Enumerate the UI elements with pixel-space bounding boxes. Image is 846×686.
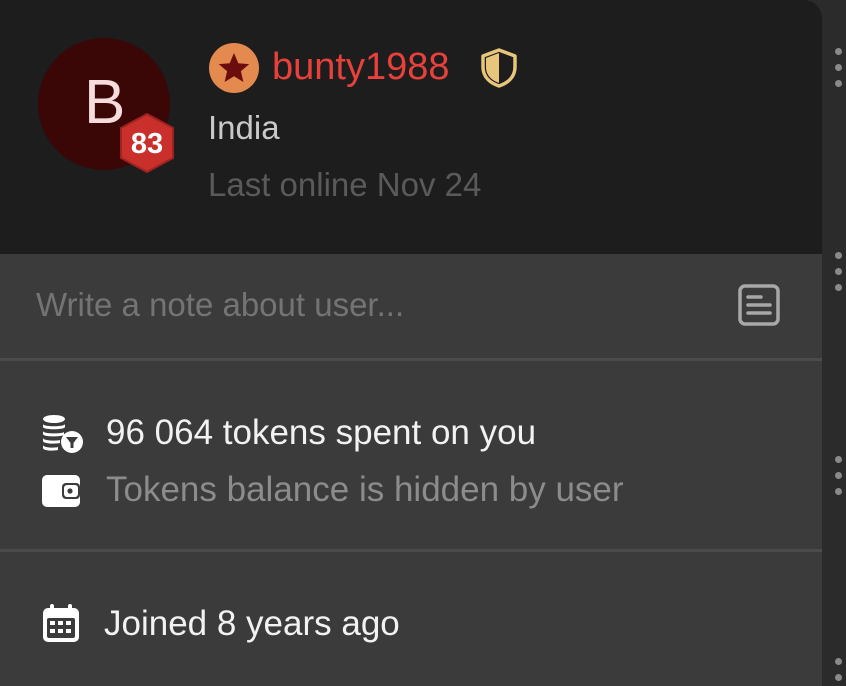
last-online: Last online Nov 24 xyxy=(208,166,482,203)
handle-dot xyxy=(835,472,842,479)
joined-date: Joined 8 years ago xyxy=(104,604,400,643)
username[interactable]: bunty1988 xyxy=(272,42,450,92)
tokens-balance-hidden: Tokens balance is hidden by user xyxy=(106,470,624,509)
handle-dot xyxy=(835,64,842,71)
star-badge-icon xyxy=(208,42,260,94)
handle-dot xyxy=(835,252,842,259)
note-icon[interactable] xyxy=(737,283,781,327)
drag-handle[interactable] xyxy=(835,252,843,300)
level-number: 83 xyxy=(130,128,164,160)
page: B 83 bunty1988 India Last online Nov 24 … xyxy=(0,0,846,686)
divider xyxy=(0,358,822,361)
note-input[interactable] xyxy=(36,282,696,328)
drag-handle[interactable] xyxy=(835,456,843,504)
handle-dot xyxy=(835,456,842,463)
calendar-icon xyxy=(40,602,84,646)
handle-dot xyxy=(835,674,842,681)
country: India xyxy=(208,109,280,146)
handle-dot xyxy=(835,268,842,275)
handle-dot xyxy=(835,48,842,55)
note-row xyxy=(0,254,822,358)
tokens-spent: 96 064 tokens spent on you xyxy=(106,413,537,452)
divider xyxy=(0,549,822,552)
level-badge: 83 xyxy=(118,112,176,174)
user-profile-card: B 83 bunty1988 India Last online Nov 24 … xyxy=(0,0,822,686)
handle-dot xyxy=(835,284,842,291)
drag-handle[interactable] xyxy=(835,48,843,96)
shield-icon xyxy=(480,48,518,88)
handle-dot xyxy=(835,658,842,665)
handle-dot xyxy=(835,488,842,495)
profile-header: B 83 bunty1988 India Last online Nov 24 xyxy=(0,0,822,254)
handle-dot xyxy=(835,80,842,87)
coins-filter-icon xyxy=(40,412,84,456)
drag-handle[interactable] xyxy=(835,658,843,686)
wallet-icon xyxy=(40,469,84,513)
